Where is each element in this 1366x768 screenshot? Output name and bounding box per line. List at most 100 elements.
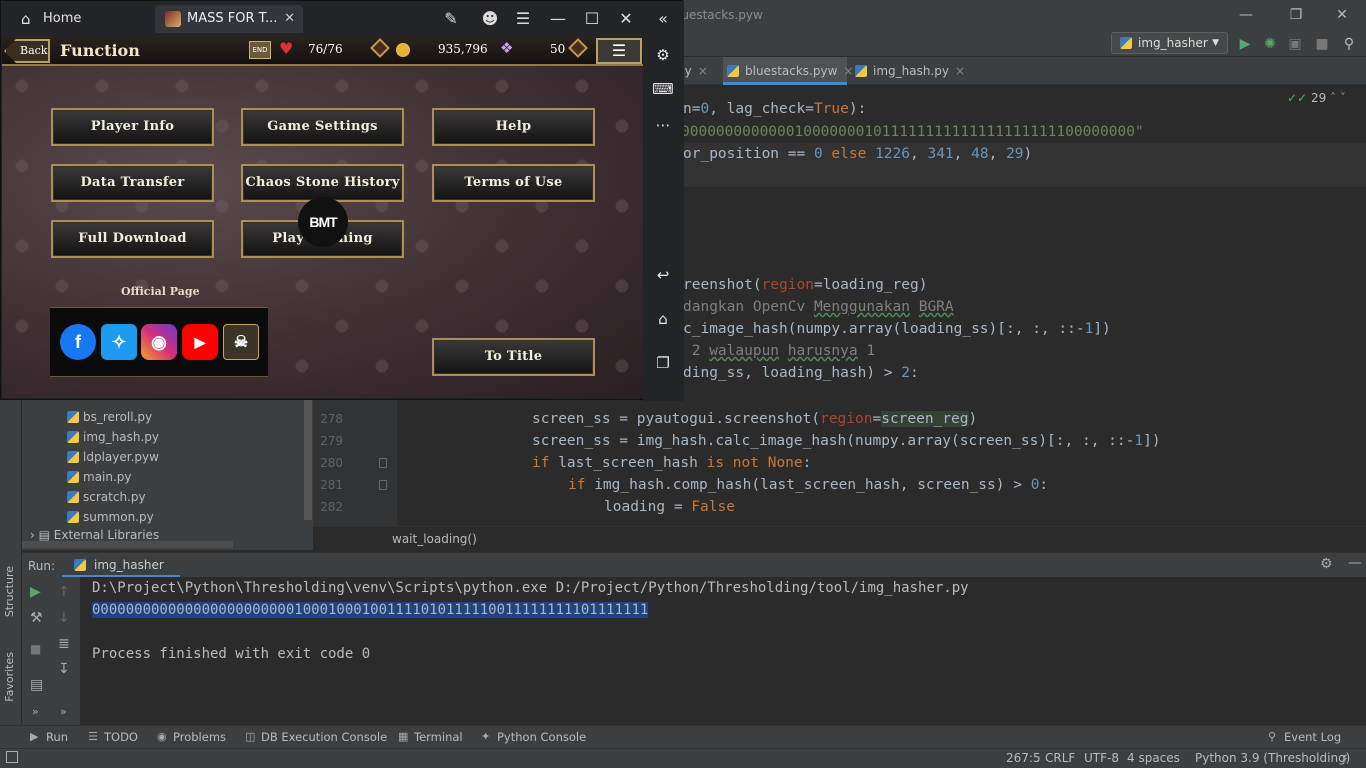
collapse-sidebar-icon[interactable]: « [651,7,675,31]
coverage-icon[interactable]: ▣ [1285,34,1305,54]
event-log-tool-tab[interactable]: ⚲ Event Log [1268,730,1341,744]
account-icon[interactable]: ☻ [478,7,502,31]
cursor-position[interactable]: 267:5 [1006,751,1041,765]
stop-icon[interactable]: ■ [1312,34,1332,54]
code-line: c_image_hash(numpy.array(loading_ss)[:, … [683,321,1111,337]
favorites-tab[interactable]: Favorites [3,652,16,702]
console-output-hash[interactable]: 0000000000000000000000001000100010011110… [92,602,649,618]
keyboard-icon[interactable]: ⌨ [651,77,675,101]
hide-panel-icon[interactable]: — [1348,555,1362,571]
gamepad-icon[interactable]: ✎ [439,7,463,31]
home-nav-icon[interactable]: ⌂ [651,307,675,331]
lock-icon[interactable]: ♯ [1342,751,1348,765]
file-item[interactable]: scratch.py [67,487,146,507]
search-everywhere-icon[interactable]: ⚲ [1339,34,1359,54]
emulator-title-bar: ⌂ Home MASS FOR T... ✕ ✎ ☻ ☰ — ☐ ✕ « [1,1,684,36]
terminal-icon: ▦ [398,730,409,743]
line-number: 279 [320,434,343,448]
minimize-icon[interactable]: — [1231,4,1261,26]
file-item[interactable]: ldplayer.pyw [67,447,159,467]
close-tab-icon[interactable]: × [955,64,965,78]
scroll-up-icon[interactable]: ↑ [58,584,70,600]
search-icon: ⚲ [1268,730,1277,743]
line-separator[interactable]: CRLF [1045,751,1075,765]
python-icon [74,559,86,571]
file-item[interactable]: summon.py [67,507,154,527]
run-tab-img-hasher[interactable]: img_hasher × [62,553,180,597]
indent-setting[interactable]: 4 spaces [1127,751,1180,765]
editor-top[interactable]: ✓✓ 29 ˄ ˅ n=0, lag_check=True): 00000000… [675,86,1366,394]
debug-icon[interactable]: ✺ [1260,34,1280,54]
maximize-icon[interactable]: ☐ [580,7,604,31]
wrench-icon[interactable]: ⚒ [30,610,43,626]
layout-icon[interactable]: ▤ [30,677,43,693]
watermark-logo: BMT [298,197,348,247]
layout-toggle-icon[interactable] [6,751,18,763]
external-libraries-node[interactable]: › ▤ External Libraries [30,528,159,542]
terms-of-use-button[interactable]: Terms of Use [432,164,595,202]
data-transfer-button[interactable]: Data Transfer [51,164,214,202]
full-download-button[interactable]: Full Download [51,220,214,258]
close-tab-icon[interactable]: ✕ [284,5,295,33]
fold-icon[interactable] [379,480,387,490]
twitter-icon[interactable]: ✧ [101,324,137,360]
help-button[interactable]: Help [432,108,595,146]
line-number: 282 [320,500,343,514]
game-settings-button[interactable]: Game Settings [241,108,404,146]
close-icon[interactable]: ✕ [614,7,638,31]
recents-nav-icon[interactable]: ❐ [651,351,675,375]
file-item[interactable]: img_hash.py [67,427,159,447]
back-nav-icon[interactable]: ↩ [651,263,675,287]
hamburger-menu-button[interactable]: ☰ [596,38,642,64]
rerun-icon[interactable]: ▶ [30,584,41,600]
run-console[interactable]: D:\Project\Python\Thresholding\venv\Scri… [80,577,1366,725]
instagram-icon[interactable]: ◉ [141,324,177,360]
minimize-icon[interactable]: — [546,7,570,31]
run-config-selector[interactable]: img_hasher ▼ [1111,32,1228,54]
facebook-icon[interactable]: f [60,324,96,360]
game-tab[interactable]: MASS FOR T... ✕ [155,5,303,33]
youtube-icon[interactable]: ▶ [182,324,218,360]
back-button[interactable]: Back [4,39,50,63]
to-title-button[interactable]: To Title [432,338,595,376]
gear-icon[interactable]: ⚙ [1320,556,1333,572]
soft-wrap-icon[interactable]: ≣ [58,636,70,652]
game-screen[interactable]: Back Function END ♥ 76/76 935,796 ❖ 50 ☰… [2,36,643,398]
more-icon[interactable]: » [60,705,67,718]
player-info-button[interactable]: Player Info [51,108,214,146]
todo-tool-tab[interactable]: ☰ TODO [88,730,138,744]
tab-bluestacks[interactable]: bluestacks.pyw × [723,57,853,85]
db-console-tool-tab[interactable]: ◫ DB Execution Console [245,730,387,744]
horizontal-scrollbar[interactable] [22,541,233,548]
structure-tab[interactable]: Structure [3,566,16,617]
breadcrumb[interactable]: wait_loading() [313,526,1366,550]
scroll-down-icon[interactable]: ↓ [58,610,70,626]
scroll-to-end-icon[interactable]: ↧ [58,661,70,677]
vertical-scrollbar[interactable] [304,394,312,520]
more-icon[interactable]: » [32,705,39,718]
more-options-icon[interactable]: ⋯ [651,113,675,137]
file-item[interactable]: main.py [67,467,132,487]
home-tab[interactable]: ⌂ Home [11,5,151,33]
fold-icon[interactable] [379,458,387,468]
python-file-icon [67,431,79,443]
settings-icon[interactable]: ⚙ [651,43,675,67]
diamond-frame-icon [568,38,588,58]
run-tool-tab[interactable]: ▶ Run [30,730,68,744]
python-interpreter[interactable]: Python 3.9 (Thresholding) [1195,751,1350,765]
run-icon[interactable]: ▶ [1235,34,1255,54]
menu-icon[interactable]: ☰ [511,7,535,31]
file-encoding[interactable]: UTF-8 [1084,751,1119,765]
file-item[interactable]: bs_reroll.py [67,407,152,427]
terminal-tool-tab[interactable]: ▦ Terminal [398,730,463,744]
close-icon[interactable]: ✕ [1327,4,1357,26]
restore-icon[interactable]: ❐ [1281,4,1311,26]
game-skull-icon[interactable]: ☠ [223,324,259,360]
tab-img-hash[interactable]: img_hash.py × [851,57,965,85]
problems-tool-tab[interactable]: ◉ Problems [157,730,226,744]
python-console-tool-tab[interactable]: ✦ Python Console [481,730,586,744]
emulator-sidebar: ⚙ ⌨ ⋯ ↩ ⌂ ❐ [643,36,684,401]
stop-icon[interactable]: ■ [30,642,41,656]
social-links-panel: f ✧ ◉ ▶ ☠ [50,307,268,377]
inspection-widget[interactable]: ✓✓ 29 ˄ ˅ [1287,91,1346,105]
